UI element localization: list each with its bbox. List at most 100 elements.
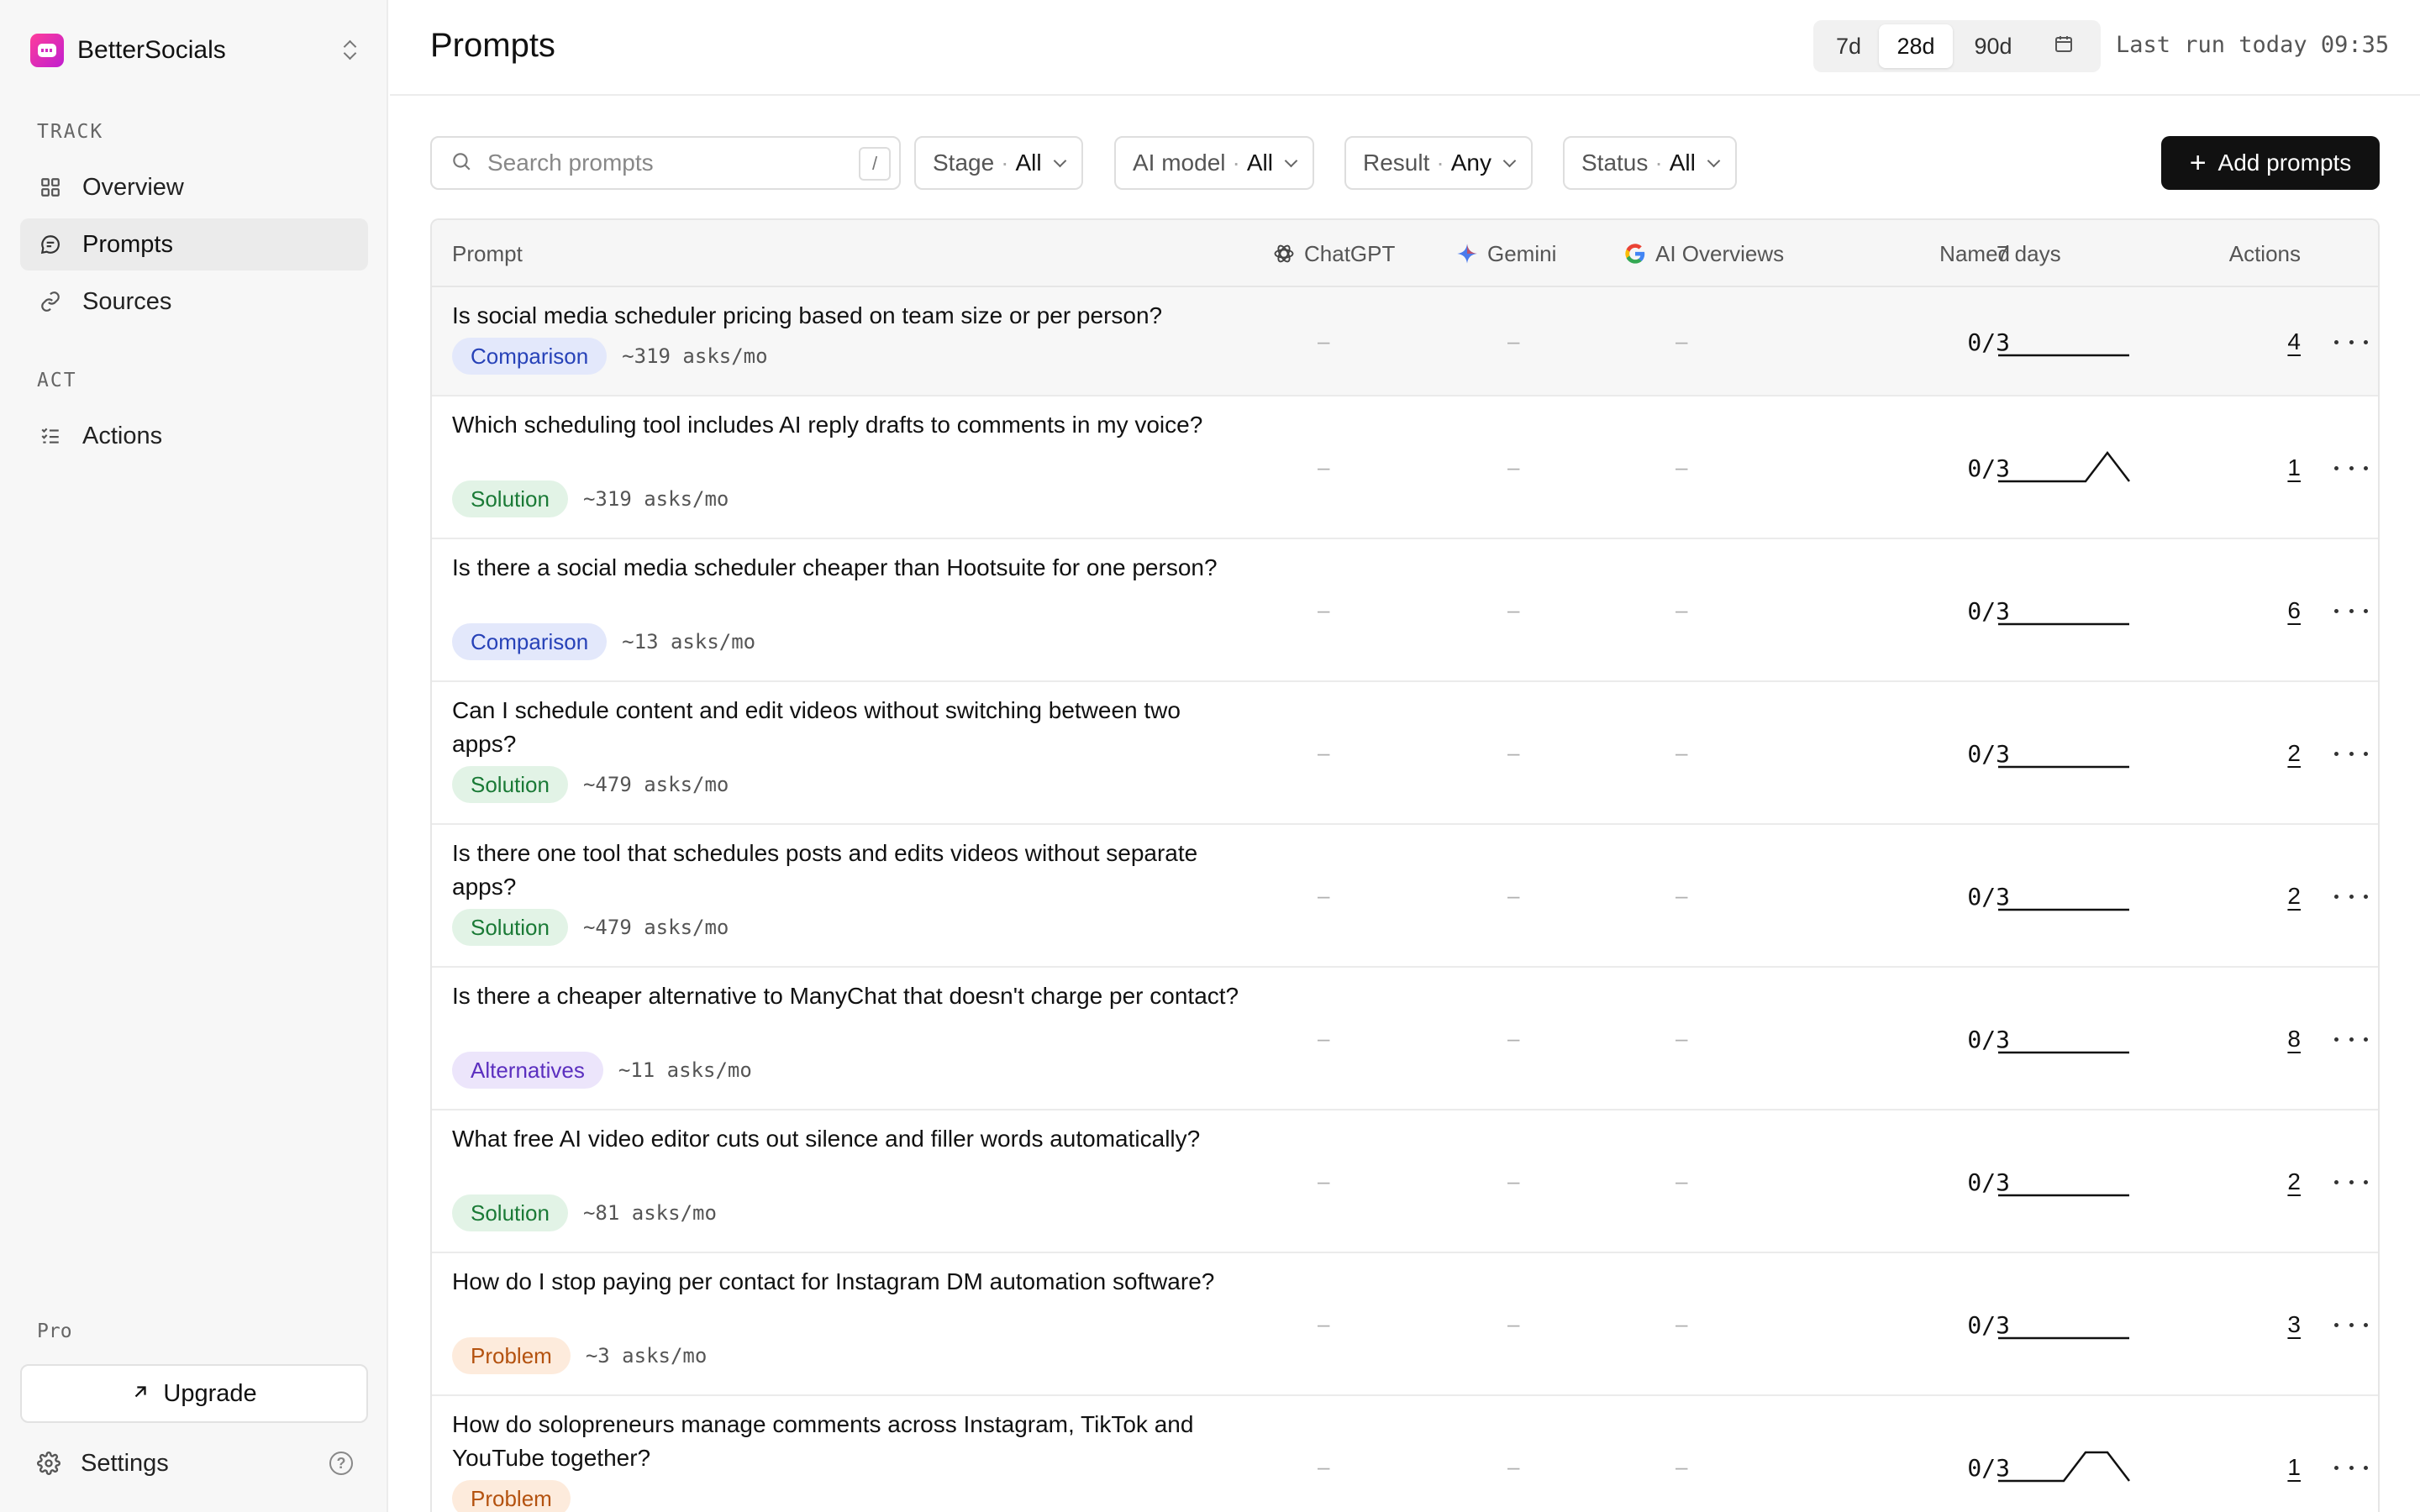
sidebar-item-label: Actions [82, 422, 163, 449]
prompt-meta: Problem [452, 1480, 571, 1512]
table-row[interactable]: Is there one tool that schedules posts a… [432, 825, 2378, 968]
more-options-icon[interactable] [2334, 884, 2368, 909]
settings-link[interactable]: Settings ? [20, 1438, 368, 1488]
column-header-gemini[interactable]: Gemini [1455, 220, 1556, 287]
asks-per-month: ~11 asks/mo [618, 1058, 752, 1082]
more-options-icon[interactable] [2334, 329, 2368, 354]
gear-icon [37, 1452, 60, 1475]
asks-per-month: ~319 asks/mo [622, 344, 768, 368]
gemini-cell: – [1507, 597, 1520, 622]
sidebar-item-sources[interactable]: Sources [20, 276, 368, 328]
more-options-icon[interactable] [2334, 598, 2368, 623]
actions-count-link[interactable]: 6 [2250, 597, 2301, 624]
upgrade-label: Upgrade [163, 1379, 257, 1407]
range-7d-button[interactable]: 7d [1818, 24, 1879, 68]
filter-label: Stage [933, 150, 995, 176]
more-options-icon[interactable] [2334, 1026, 2368, 1052]
prompts-table: Prompt ChatGPT Gemini AI Overviews Named [430, 218, 2380, 1512]
more-options-icon[interactable] [2334, 741, 2368, 766]
actions-count-link[interactable]: 2 [2250, 740, 2301, 767]
ai-overviews-cell: – [1676, 1026, 1688, 1051]
actions-count-link[interactable]: 1 [2250, 454, 2301, 481]
chevron-down-icon [1502, 154, 1517, 167]
upgrade-button[interactable]: Upgrade [20, 1364, 368, 1423]
filter-value: All [1015, 150, 1042, 176]
actions-count-link[interactable]: 1 [2250, 1454, 2301, 1481]
sidebar-item-label: Sources [82, 287, 172, 315]
search-shortcut-hint: / [859, 147, 891, 181]
chatgpt-cell: – [1318, 883, 1330, 908]
gemini-cell: – [1507, 1454, 1520, 1479]
workspace-switcher[interactable]: BetterSocials [20, 25, 368, 76]
sidebar-item-actions[interactable]: Actions [20, 410, 368, 462]
actions-count-link[interactable]: 2 [2250, 883, 2301, 910]
gemini-cell: – [1507, 1311, 1520, 1336]
filter-status[interactable]: Status · All [1563, 136, 1737, 190]
actions-count-link[interactable]: 4 [2250, 328, 2301, 355]
more-options-icon[interactable] [2334, 1312, 2368, 1337]
help-icon[interactable]: ? [329, 1452, 353, 1475]
column-header-named[interactable]: Named [1879, 220, 2010, 287]
ai-overviews-cell: – [1676, 454, 1688, 480]
stage-tag: Solution [452, 1194, 568, 1231]
prompt-text: Which scheduling tool includes AI reply … [452, 412, 1203, 438]
stage-tag: Problem [452, 1337, 571, 1374]
search-box: / [430, 136, 901, 190]
named-count: 0/3 [1967, 1454, 2010, 1482]
table-row[interactable]: Is there a cheaper alternative to ManyCh… [432, 968, 2378, 1110]
trend-sparkline [1998, 354, 2129, 357]
filter-label: AI model [1133, 150, 1226, 176]
sidebar-item-overview[interactable]: Overview [20, 161, 368, 213]
gemini-cell: – [1507, 740, 1520, 765]
filter-stage[interactable]: Stage · All [914, 136, 1083, 190]
asks-per-month: ~3 asks/mo [585, 1344, 708, 1368]
actions-count-link[interactable]: 2 [2250, 1168, 2301, 1195]
more-options-icon[interactable] [2334, 1169, 2368, 1194]
column-header-chatgpt[interactable]: ChatGPT [1272, 220, 1395, 287]
table-row[interactable]: Can I schedule content and edit videos w… [432, 682, 2378, 825]
column-header-ai-overviews[interactable]: AI Overviews [1623, 220, 1784, 287]
table-row[interactable]: What free AI video editor cuts out silen… [432, 1110, 2378, 1253]
table-row[interactable]: How do solopreneurs manage comments acro… [432, 1396, 2378, 1512]
prompt-meta: Comparison ~319 asks/mo [452, 338, 768, 375]
asks-per-month: ~319 asks/mo [582, 487, 729, 511]
column-label: Gemini [1487, 240, 1557, 266]
more-options-icon[interactable] [2334, 455, 2368, 480]
stage-tag: Comparison [452, 338, 608, 375]
stage-tag: Alternatives [452, 1052, 603, 1089]
gemini-cell: – [1507, 1026, 1520, 1051]
workspace-logo [30, 34, 64, 67]
ai-overviews-cell: – [1676, 1168, 1688, 1194]
table-row[interactable]: How do I stop paying per contact for Ins… [432, 1253, 2378, 1396]
column-label: AI Overviews [1655, 240, 1785, 266]
filter-ai-model[interactable]: AI model · All [1114, 136, 1314, 190]
ai-overviews-cell: – [1676, 597, 1688, 622]
calendar-button[interactable] [2033, 24, 2094, 68]
chatgpt-cell: – [1318, 1454, 1330, 1479]
chat-icon [39, 233, 62, 256]
prompt-meta: Solution ~479 asks/mo [452, 909, 729, 946]
table-row[interactable]: Which scheduling tool includes AI reply … [432, 396, 2378, 539]
column-header-prompt[interactable]: Prompt [452, 220, 523, 287]
search-input[interactable] [487, 150, 823, 176]
actions-count-link[interactable]: 8 [2250, 1026, 2301, 1053]
prompt-text: What free AI video editor cuts out silen… [452, 1126, 1201, 1152]
range-28d-button[interactable]: 28d [1879, 24, 1953, 68]
chatgpt-cell: – [1318, 454, 1330, 480]
chatgpt-cell: – [1318, 1026, 1330, 1051]
workspace-name: BetterSocials [77, 36, 226, 64]
table-row[interactable]: Is social media scheduler pricing based … [432, 287, 2378, 396]
add-prompts-button[interactable]: + Add prompts [2161, 136, 2380, 190]
more-options-icon[interactable] [2334, 1455, 2368, 1480]
sidebar-item-prompts[interactable]: Prompts [20, 218, 368, 270]
actions-count-link[interactable]: 3 [2250, 1311, 2301, 1338]
chatgpt-cell: – [1318, 597, 1330, 622]
column-header-7-days: 7 days [1996, 240, 2061, 266]
filter-label: Status [1581, 150, 1649, 176]
chatgpt-cell: – [1318, 740, 1330, 765]
gemini-cell: – [1507, 328, 1520, 354]
table-row[interactable]: Is there a social media scheduler cheape… [432, 539, 2378, 682]
trend-sparkline [1998, 908, 2129, 911]
filter-result[interactable]: Result · Any [1344, 136, 1533, 190]
range-90d-button[interactable]: 90d [1953, 24, 2033, 68]
